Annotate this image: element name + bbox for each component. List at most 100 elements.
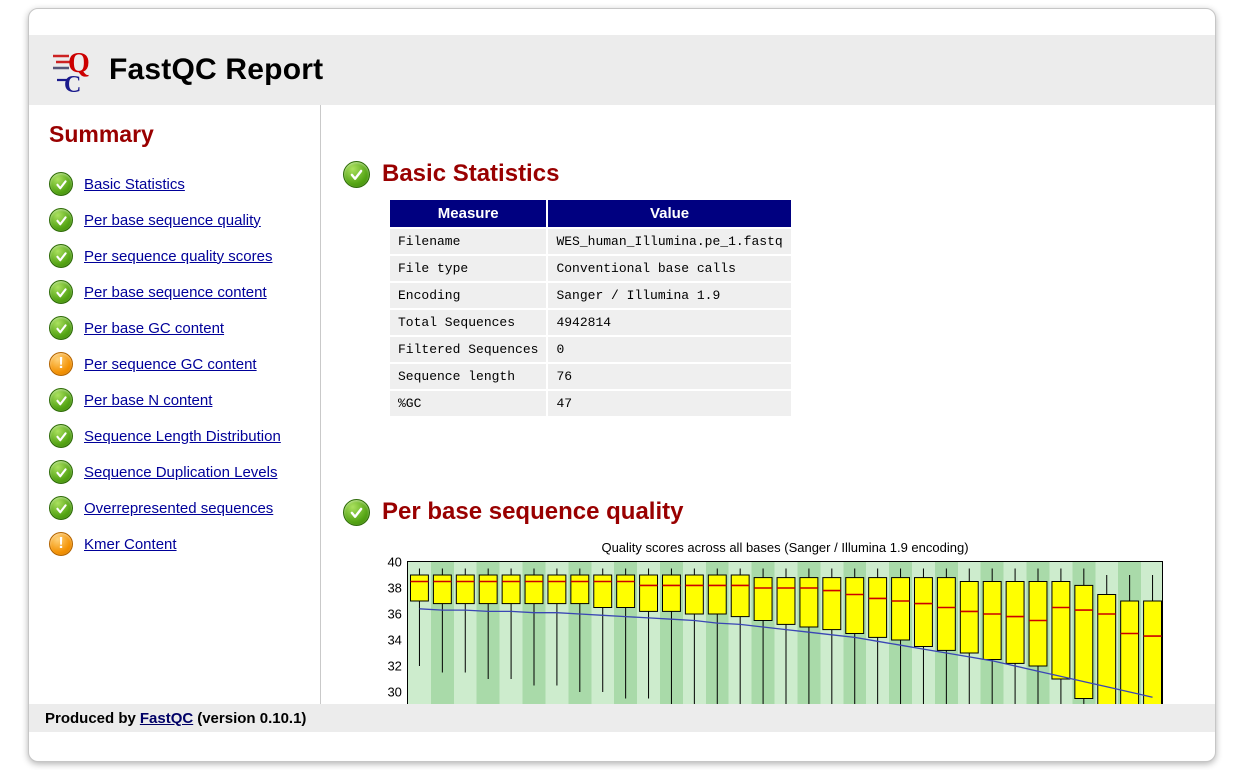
basic-statistics-table: Measure Value Filename WES_human_Illumin… [387,198,793,418]
status-icon: ! [49,388,73,412]
sidebar-nav-item[interactable]: ! Sequence Duplication Levels [49,460,320,484]
fastqc-logo: Q C [53,48,90,96]
check-icon [55,287,67,297]
measure-cell: Filename [387,227,549,256]
status-icon: ! [49,424,73,448]
y-tick-label: 32 [387,658,402,674]
section-basic-statistics: ! Basic Statistics Measure Value Filenam… [343,160,1215,418]
check-icon [55,215,67,225]
sidebar-link[interactable]: Per base GC content [84,320,224,337]
check-icon [55,467,67,477]
sidebar-link[interactable]: Basic Statistics [84,176,185,193]
warning-icon: ! [58,355,64,372]
content-area: Summary ! Basic Statistics ! Per base se… [29,105,1215,704]
check-icon [55,251,67,261]
page-title: FastQC Report [109,53,324,86]
sidebar-nav-item[interactable]: ! Per base sequence quality [49,208,320,232]
value-cell: 4942814 [546,308,793,337]
y-tick-label: 38 [387,580,402,596]
status-icon: ! [49,244,73,268]
sidebar-title: Summary [49,121,154,147]
measure-column-header: Measure [387,198,549,229]
status-icon: ! [49,208,73,232]
sidebar-nav-item[interactable]: ! Per sequence GC content [49,352,320,376]
check-icon [55,179,67,189]
check-icon [55,503,67,513]
logo-letter-c: C [64,72,81,96]
sidebar-nav-item[interactable]: ! Per sequence quality scores [49,244,320,268]
value-cell: 0 [546,335,793,364]
y-tick-label: 40 [387,554,402,570]
status-icon: ! [49,316,73,340]
sidebar-link[interactable]: Sequence Length Distribution [84,428,281,445]
sidebar-nav-item[interactable]: ! Overrepresented sequences [49,496,320,520]
check-icon [55,323,67,333]
sidebar-link[interactable]: Per sequence GC content [84,356,257,373]
sidebar-nav-item[interactable]: ! Basic Statistics [49,172,320,196]
status-icon: ! [49,496,73,520]
sidebar-nav: ! Basic Statistics ! Per base sequence q… [49,172,320,556]
table-row: Filtered Sequences 0 [387,335,793,364]
check-icon [350,507,363,518]
basic-statistics-table-body: Filename WES_human_Illumina.pe_1.fastq F… [387,227,793,418]
check-icon [55,395,67,405]
sidebar-link[interactable]: Per sequence quality scores [84,248,272,265]
status-icon: ! [49,532,73,556]
sidebar-nav-item[interactable]: ! Per base sequence content [49,280,320,304]
sidebar-link[interactable]: Per base sequence quality [84,212,261,229]
value-column-header: Value [546,198,793,229]
report-header: Q C FastQC Report [29,35,1215,105]
status-icon: ! [49,280,73,304]
y-tick-label: 30 [387,684,402,700]
sidebar-nav-item[interactable]: ! Kmer Content [49,532,320,556]
table-row: Filename WES_human_Illumina.pe_1.fastq [387,227,793,256]
y-tick-label: 34 [387,632,402,648]
table-row: File type Conventional base calls [387,254,793,283]
main-panel: ! Basic Statistics Measure Value Filenam… [321,105,1215,704]
measure-cell: Sequence length [387,362,549,391]
y-axis-labels: 40 38 36 34 32 30 [371,555,407,704]
measure-cell: File type [387,254,549,283]
table-row: %GC 47 [387,389,793,418]
footer-suffix: (version 0.10.1) [197,709,307,727]
summary-sidebar: Summary ! Basic Statistics ! Per base se… [29,105,321,704]
section-title: Basic Statistics [382,160,560,187]
sidebar-link[interactable]: Kmer Content [84,536,177,553]
sidebar-nav-item[interactable]: ! Per base GC content [49,316,320,340]
plot-frame [406,561,1163,704]
section-header: ! Basic Statistics [343,160,1215,188]
sidebar-link[interactable]: Per base N content [84,392,212,409]
status-icon: ! [343,498,370,526]
measure-cell: %GC [387,389,549,418]
chart-area: 40 38 36 34 32 30 [371,555,1163,704]
chart-title: Quality scores across all bases (Sanger … [601,540,969,555]
measure-cell: Filtered Sequences [387,335,549,364]
status-icon: ! [49,460,73,484]
table-row: Encoding Sanger / Illumina 1.9 [387,281,793,310]
sidebar-nav-item[interactable]: ! Sequence Length Distribution [49,424,320,448]
fastqc-link[interactable]: FastQC [140,710,193,727]
sidebar-link[interactable]: Sequence Duplication Levels [84,464,277,481]
sidebar-nav-item[interactable]: ! Per base N content [49,388,320,412]
table-row: Total Sequences 4942814 [387,308,793,337]
value-cell: 47 [546,389,793,418]
table-row: Sequence length 76 [387,362,793,391]
value-cell: 76 [546,362,793,391]
y-tick-label: 36 [387,606,402,622]
sidebar-link[interactable]: Overrepresented sequences [84,500,273,517]
report-footer: Produced by FastQC (version 0.10.1) [29,704,1215,732]
quality-chart: Quality scores across all bases (Sanger … [371,540,1163,704]
section-header: ! Per base sequence quality [343,498,1215,526]
status-icon: ! [343,160,370,188]
table-header-row: Measure Value [387,198,793,229]
report-page: Q C FastQC Report Summary ! Basic Statis… [28,8,1216,762]
measure-cell: Total Sequences [387,308,549,337]
check-icon [350,169,363,180]
sidebar-link[interactable]: Per base sequence content [84,284,267,301]
measure-cell: Encoding [387,281,549,310]
status-icon: ! [49,172,73,196]
check-icon [55,431,67,441]
value-cell: Sanger / Illumina 1.9 [546,281,793,310]
section-per-base-sequence-quality: ! Per base sequence quality Quality scor… [343,498,1215,704]
footer-prefix: Produced by [45,709,136,727]
